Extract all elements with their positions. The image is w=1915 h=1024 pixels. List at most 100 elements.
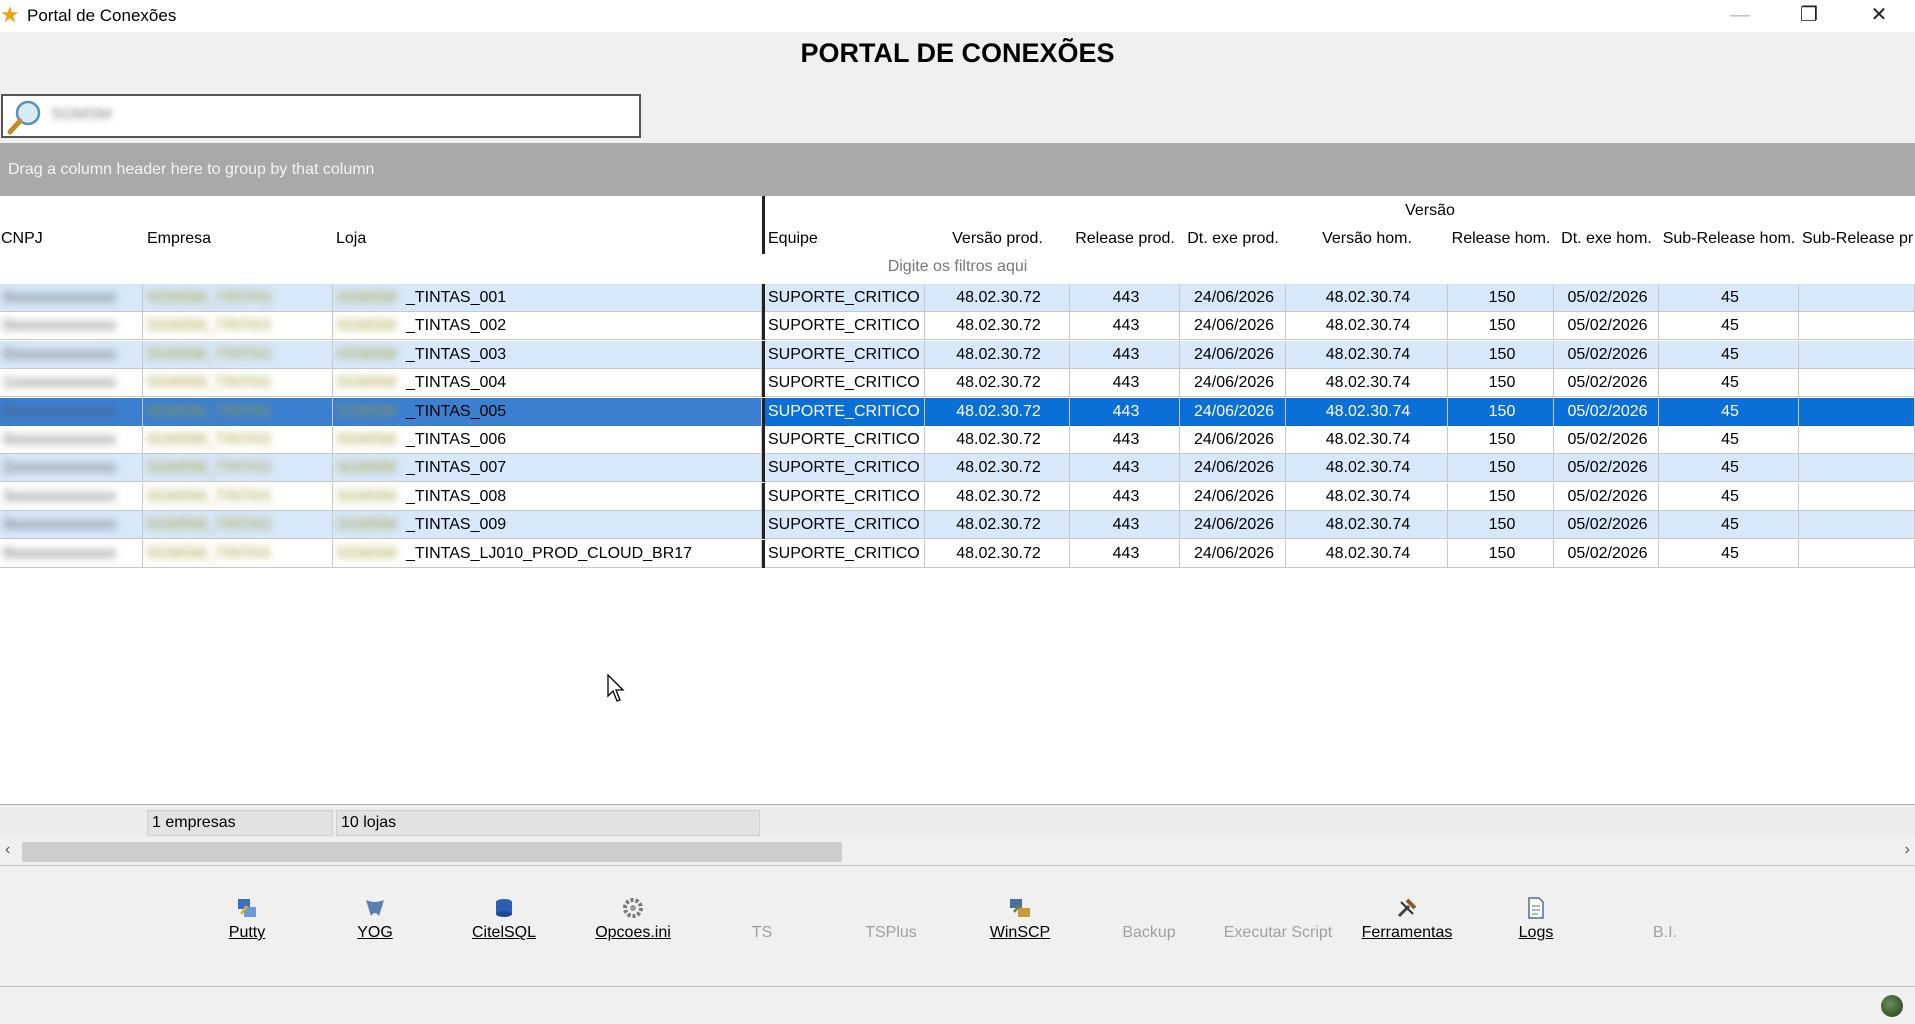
cell-empresa[interactable]: SGMSM_TINTAS <box>143 426 333 454</box>
cell-versao-prod[interactable]: 48.02.30.72 <box>925 539 1070 568</box>
cell-versao-hom[interactable]: 48.02.30.74 <box>1286 482 1448 511</box>
cell-empresa[interactable]: SGMSM_TINTAS <box>143 312 333 341</box>
cell-versao-prod[interactable]: 48.02.30.72 <box>925 454 1070 483</box>
cell-sub-release-prod[interactable] <box>1799 397 1915 426</box>
cell-release-prod[interactable]: 443 <box>1070 340 1180 369</box>
cell-versao-hom[interactable]: 48.02.30.74 <box>1286 284 1448 312</box>
column-header-release-prod[interactable]: Release prod. <box>1070 230 1180 250</box>
cell-release-hom[interactable]: 150 <box>1448 454 1554 483</box>
cell-release-prod[interactable]: 443 <box>1070 482 1180 511</box>
cell-dt-exe-prod[interactable]: 24/06/2026 <box>1180 426 1286 454</box>
cell-equipe[interactable]: SUPORTE_CRITICO <box>765 284 925 312</box>
cell-dt-exe-hom[interactable]: 05/02/2026 <box>1554 426 1659 454</box>
cell-dt-exe-prod[interactable]: 24/06/2026 <box>1180 340 1286 369</box>
table-row[interactable]: 0xxxxxxxxxxxxx SGMSM_TINTAS SGMSM _TINTAS_0… <box>0 340 1915 369</box>
column-header-equipe[interactable]: Equipe <box>768 230 918 250</box>
table-row[interactable]: 2xxxxxxxxxxxxx SGMSM_TINTAS SGMSM _TINTAS_0… <box>0 454 1915 483</box>
filter-row[interactable]: Digite os filtros aqui <box>0 258 1915 276</box>
cell-versao-prod[interactable]: 48.02.30.72 <box>925 511 1070 540</box>
cell-dt-exe-prod[interactable]: 24/06/2026 <box>1180 454 1286 483</box>
cell-dt-exe-hom[interactable]: 05/02/2026 <box>1554 284 1659 312</box>
restore-button[interactable]: ❐ <box>1781 0 1837 32</box>
cell-equipe[interactable]: SUPORTE_CRITICO <box>765 539 925 568</box>
cell-empresa[interactable]: SGMSM_TINTAS <box>143 454 333 483</box>
cell-equipe[interactable]: SUPORTE_CRITICO <box>765 454 925 483</box>
cell-versao-hom[interactable]: 48.02.30.74 <box>1286 397 1448 426</box>
cell-sub-release-prod[interactable] <box>1799 482 1915 511</box>
cell-equipe[interactable]: SUPORTE_CRITICO <box>765 511 925 540</box>
cell-cnpj[interactable]: 1xxxxxxxxxxxxx <box>0 369 143 398</box>
cell-versao-prod[interactable]: 48.02.30.72 <box>925 482 1070 511</box>
table-row[interactable]: 1xxxxxxxxxxxxx SGMSM_TINTAS SGMSM _TINTAS_0… <box>0 369 1915 398</box>
cell-sub-release-prod[interactable] <box>1799 340 1915 369</box>
table-row[interactable]: 0xxxxxxxxxxxxx SGMSM_TINTAS SGMSM _TINTAS_0… <box>0 312 1915 341</box>
cell-sub-release-hom[interactable]: 45 <box>1659 397 1799 426</box>
minimize-button[interactable]: — <box>1712 0 1768 32</box>
cell-versao-hom[interactable]: 48.02.30.74 <box>1286 539 1448 568</box>
scrollbar-thumb[interactable] <box>22 842 842 862</box>
cell-versao-hom[interactable]: 48.02.30.74 <box>1286 454 1448 483</box>
scroll-left-icon[interactable]: ‹ <box>5 841 10 859</box>
putty-button[interactable]: Putty <box>182 896 312 942</box>
table-row[interactable]: 0xxxxxxxxxxxxx SGMSM_TINTAS SGMSM _TINTAS_0… <box>0 426 1915 454</box>
cell-versao-prod[interactable]: 48.02.30.72 <box>925 397 1070 426</box>
ferramentas-button[interactable]: Ferramentas <box>1342 896 1472 942</box>
table-row[interactable]: 9xxxxxxxxxxxxx SGMSM_TINTAS SGMSM _TINTAS_L… <box>0 539 1915 568</box>
cell-release-hom[interactable]: 150 <box>1448 284 1554 312</box>
cell-release-hom[interactable]: 150 <box>1448 397 1554 426</box>
column-header-cnpj[interactable]: CNPJ <box>1 230 141 250</box>
cell-loja[interactable]: SGMSM _TINTAS_005 <box>333 397 762 426</box>
cell-sub-release-prod[interactable] <box>1799 511 1915 540</box>
cell-dt-exe-prod[interactable]: 24/06/2026 <box>1180 369 1286 398</box>
cell-sub-release-hom[interactable]: 45 <box>1659 454 1799 483</box>
cell-versao-hom[interactable]: 48.02.30.74 <box>1286 426 1448 454</box>
cell-cnpj[interactable]: 0xxxxxxxxxxxxx <box>0 284 143 312</box>
cell-loja[interactable]: SGMSM _TINTAS_008 <box>333 482 762 511</box>
cell-versao-prod[interactable]: 48.02.30.72 <box>925 340 1070 369</box>
cell-dt-exe-hom[interactable]: 05/02/2026 <box>1554 482 1659 511</box>
cell-equipe[interactable]: SUPORTE_CRITICO <box>765 426 925 454</box>
cell-equipe[interactable]: SUPORTE_CRITICO <box>765 482 925 511</box>
cell-release-hom[interactable]: 150 <box>1448 312 1554 341</box>
cell-release-prod[interactable]: 443 <box>1070 511 1180 540</box>
cell-dt-exe-hom[interactable]: 05/02/2026 <box>1554 397 1659 426</box>
cell-equipe[interactable]: SUPORTE_CRITICO <box>765 369 925 398</box>
cell-empresa[interactable]: SGMSM_TINTAS <box>143 397 333 426</box>
cell-release-prod[interactable]: 443 <box>1070 369 1180 398</box>
cell-loja[interactable]: SGMSM _TINTAS_001 <box>333 284 762 312</box>
cell-sub-release-hom[interactable]: 45 <box>1659 511 1799 540</box>
cell-versao-prod[interactable]: 48.02.30.72 <box>925 369 1070 398</box>
cell-empresa[interactable]: SGMSM_TINTAS <box>143 511 333 540</box>
cell-empresa[interactable]: SGMSM_TINTAS <box>143 284 333 312</box>
logs-button[interactable]: Logs <box>1471 896 1601 942</box>
cell-dt-exe-hom[interactable]: 05/02/2026 <box>1554 539 1659 568</box>
column-header-versao-prod[interactable]: Versão prod. <box>925 230 1070 250</box>
cell-dt-exe-prod[interactable]: 24/06/2026 <box>1180 397 1286 426</box>
cell-release-prod[interactable]: 443 <box>1070 454 1180 483</box>
cell-sub-release-hom[interactable]: 45 <box>1659 340 1799 369</box>
cell-release-hom[interactable]: 150 <box>1448 482 1554 511</box>
close-button[interactable]: ✕ <box>1851 0 1907 32</box>
cell-equipe[interactable]: SUPORTE_CRITICO <box>765 340 925 369</box>
cell-dt-exe-hom[interactable]: 05/02/2026 <box>1554 511 1659 540</box>
cell-sub-release-prod[interactable] <box>1799 426 1915 454</box>
cell-dt-exe-prod[interactable]: 24/06/2026 <box>1180 284 1286 312</box>
cell-release-prod[interactable]: 443 <box>1070 284 1180 312</box>
cell-loja[interactable]: SGMSM _TINTAS_004 <box>333 369 762 398</box>
cell-sub-release-prod[interactable] <box>1799 312 1915 341</box>
cell-release-prod[interactable]: 443 <box>1070 397 1180 426</box>
cell-loja[interactable]: SGMSM _TINTAS_006 <box>333 426 762 454</box>
cell-dt-exe-prod[interactable]: 24/06/2026 <box>1180 539 1286 568</box>
cell-versao-hom[interactable]: 48.02.30.74 <box>1286 312 1448 341</box>
cell-cnpj[interactable]: 9xxxxxxxxxxxxx <box>0 539 143 568</box>
cell-dt-exe-hom[interactable]: 05/02/2026 <box>1554 454 1659 483</box>
cell-release-hom[interactable]: 150 <box>1448 369 1554 398</box>
cell-dt-exe-hom[interactable]: 05/02/2026 <box>1554 369 1659 398</box>
column-header-versao-hom[interactable]: Versão hom. <box>1286 230 1448 250</box>
group-by-panel[interactable]: Drag a column header here to group by th… <box>0 143 1915 196</box>
column-header-dt-exe-prod[interactable]: Dt. exe prod. <box>1180 230 1286 250</box>
cell-dt-exe-hom[interactable]: 05/02/2026 <box>1554 340 1659 369</box>
cell-loja[interactable]: SGMSM _TINTAS_009 <box>333 511 762 540</box>
cell-release-hom[interactable]: 150 <box>1448 511 1554 540</box>
cell-cnpj[interactable]: 8xxxxxxxxxxxxx <box>0 397 143 426</box>
